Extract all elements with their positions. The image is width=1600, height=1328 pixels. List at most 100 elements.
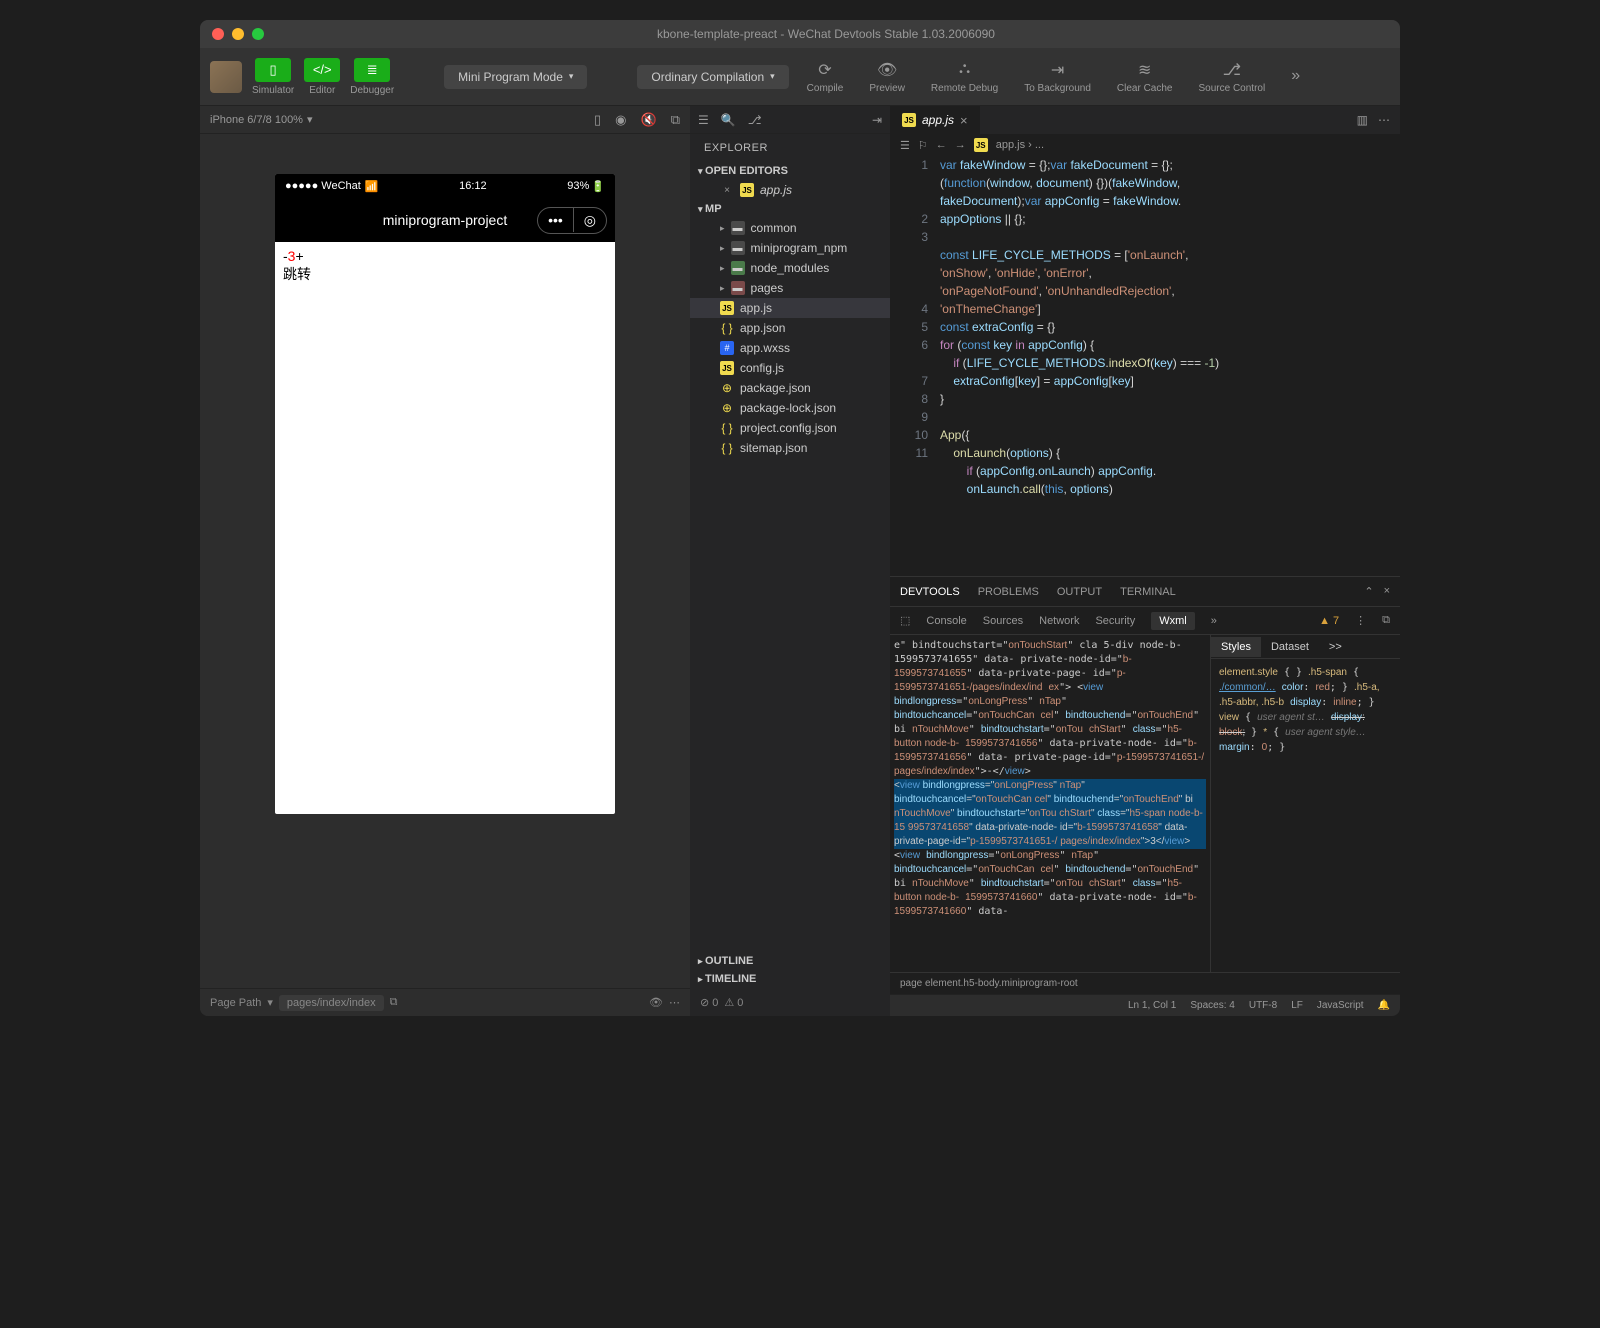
search-icon[interactable]: 🔍 <box>721 113 736 127</box>
capsule-menu[interactable]: ••• <box>538 208 574 232</box>
encoding-setting[interactable]: UTF-8 <box>1249 1000 1277 1011</box>
tree-item-project.config.json[interactable]: { }project.config.json <box>690 418 890 438</box>
tree-item-package-lock.json[interactable]: ⊕package-lock.json <box>690 398 890 418</box>
plus-button[interactable]: + <box>295 248 303 264</box>
more-icon[interactable]: ⋯ <box>669 996 680 1009</box>
tree-item-app.json[interactable]: { }app.json <box>690 318 890 338</box>
split-editor-icon[interactable]: ▥ <box>1357 113 1368 127</box>
panel-tab-terminal[interactable]: TERMINAL <box>1120 586 1176 598</box>
panel-close-icon[interactable]: × <box>1384 585 1390 598</box>
compile-dropdown[interactable]: Ordinary Compilation <box>637 65 788 89</box>
styles-overflow[interactable]: >> <box>1319 637 1352 657</box>
dataset-tab[interactable]: Dataset <box>1261 637 1319 657</box>
editor-tab[interactable]: JSapp.js× <box>890 106 981 134</box>
capsule-close[interactable]: ◎ <box>574 208 606 233</box>
minimize-window[interactable] <box>232 28 244 40</box>
titlebar: kbone-template-preact - WeChat Devtools … <box>200 20 1400 48</box>
simulator-canvas: ●●●●● WeChat📶 16:12 93%🔋 miniprogram-pro… <box>200 134 690 988</box>
tree-item-app.js[interactable]: JSapp.js <box>690 298 890 318</box>
simulator-toggle[interactable]: ▯Simulator <box>252 58 294 96</box>
mute-icon[interactable]: 🔇 <box>641 112 657 128</box>
device-selector[interactable]: iPhone 6/7/8 100% <box>210 114 303 126</box>
explorer-icon[interactable]: ☰ <box>698 113 709 127</box>
devtools-dock-icon[interactable]: ⧉ <box>1382 614 1390 627</box>
devtools-security-tab[interactable]: Security <box>1095 615 1135 627</box>
nav-title: miniprogram-project <box>383 212 507 228</box>
remote-debug-button[interactable]: ⛬Remote Debug <box>923 60 1006 94</box>
inspector-icon[interactable]: ⬚ <box>900 614 910 627</box>
battery-label: 93% <box>567 180 589 192</box>
phone-frame[interactable]: ●●●●● WeChat📶 16:12 93%🔋 miniprogram-pro… <box>275 174 615 814</box>
editor-more-icon[interactable]: ⋯ <box>1378 113 1390 127</box>
bookmark-icon[interactable]: ⚐ <box>918 139 928 152</box>
close-tab-icon[interactable]: × <box>960 113 968 128</box>
open-editors-section[interactable]: OPEN EDITORS <box>690 162 890 180</box>
panel-tab-devtools[interactable]: DEVTOOLS <box>900 586 960 598</box>
tree-item-package.json[interactable]: ⊕package.json <box>690 378 890 398</box>
panel-more-icon[interactable]: ⇥ <box>872 113 882 127</box>
open-editor-item[interactable]: ×JSapp.js <box>690 180 890 200</box>
tree-item-pages[interactable]: ▸▬pages <box>690 278 890 298</box>
tree-item-app.wxss[interactable]: #app.wxss <box>690 338 890 358</box>
preview-button[interactable]: 👁Preview <box>861 60 913 94</box>
visibility-icon[interactable]: 👁 <box>649 996 663 1009</box>
copy-icon[interactable]: ⧉ <box>671 112 680 128</box>
breadcrumb[interactable]: app.js › ... <box>996 139 1044 151</box>
panel-tab-problems[interactable]: PROBLEMS <box>978 586 1039 598</box>
compile-button[interactable]: ⟳Compile <box>799 60 852 94</box>
close-window[interactable] <box>212 28 224 40</box>
forward-icon[interactable]: → <box>955 139 966 151</box>
jump-link[interactable]: 跳转 <box>283 264 607 284</box>
eol-setting[interactable]: LF <box>1291 1000 1303 1011</box>
status-warnings[interactable]: ⚠ 0 <box>724 996 743 1009</box>
editor-toggle[interactable]: </>Editor <box>304 58 340 96</box>
wxml-tree[interactable]: e" bindtouchstart="onTouchStart" cla 5-d… <box>890 635 1210 972</box>
source-control-button[interactable]: ⎇Source Control <box>1191 60 1274 94</box>
styles-rules[interactable]: element.style { } .h5-span { ./common/… … <box>1211 659 1400 972</box>
carrier-label: ●●●●● WeChat <box>285 180 361 192</box>
indent-setting[interactable]: Spaces: 4 <box>1190 1000 1234 1011</box>
devtools-overflow-icon[interactable]: » <box>1211 615 1217 627</box>
devtools-settings-icon[interactable]: ⋮ <box>1355 614 1366 627</box>
notifications-icon[interactable]: 🔔 <box>1378 1000 1390 1011</box>
record-icon[interactable]: ◉ <box>615 112 626 128</box>
mode-dropdown[interactable]: Mini Program Mode <box>444 65 587 89</box>
editor-actions-icon[interactable]: ☰ <box>900 139 910 152</box>
tree-item-common[interactable]: ▸▬common <box>690 218 890 238</box>
devtools-sources-tab[interactable]: Sources <box>983 615 1023 627</box>
devtools-breadcrumb[interactable]: page element.h5-body.miniprogram-root <box>890 972 1400 994</box>
cursor-position[interactable]: Ln 1, Col 1 <box>1128 1000 1176 1011</box>
panel-collapse-icon[interactable]: ⌃ <box>1364 585 1373 598</box>
more-button[interactable]: » <box>1283 67 1308 87</box>
device-rotate-icon[interactable]: ▯ <box>594 112 601 128</box>
devtools-console-tab[interactable]: Console <box>926 615 966 627</box>
devtools-network-tab[interactable]: Network <box>1039 615 1079 627</box>
clear-cache-button[interactable]: ≋Clear Cache <box>1109 60 1181 94</box>
clock-label: 16:12 <box>379 180 568 192</box>
project-root-section[interactable]: MP <box>690 200 890 218</box>
tree-item-sitemap.json[interactable]: { }sitemap.json <box>690 438 890 458</box>
warning-badge[interactable]: ▲ 7 <box>1319 615 1339 627</box>
back-icon[interactable]: ← <box>936 139 947 151</box>
user-avatar[interactable] <box>210 61 242 93</box>
main-toolbar: ▯Simulator </>Editor ≣Debugger Mini Prog… <box>200 48 1400 106</box>
timeline-section[interactable]: TIMELINE <box>690 970 890 988</box>
tree-item-miniprogram_npm[interactable]: ▸▬miniprogram_npm <box>690 238 890 258</box>
to-background-button[interactable]: ⇥To Background <box>1016 60 1099 94</box>
scm-icon[interactable]: ⎇ <box>748 113 762 127</box>
devtools-wxml-tab[interactable]: Wxml <box>1151 612 1195 630</box>
outline-section[interactable]: OUTLINE <box>690 952 890 970</box>
panel-tab-output[interactable]: OUTPUT <box>1057 586 1102 598</box>
line-gutter: 1 23 456 7891011 <box>890 156 940 576</box>
copy-path-icon[interactable]: ⧉ <box>390 996 398 1009</box>
debugger-toggle[interactable]: ≣Debugger <box>350 58 394 96</box>
tree-item-node_modules[interactable]: ▸▬node_modules <box>690 258 890 278</box>
maximize-window[interactable] <box>252 28 264 40</box>
styles-tab[interactable]: Styles <box>1211 637 1261 657</box>
tree-item-config.js[interactable]: JSconfig.js <box>690 358 890 378</box>
page-path-value: pages/index/index <box>279 995 384 1011</box>
status-errors[interactable]: ⊘ 0 <box>700 996 718 1009</box>
code-editor[interactable]: var fakeWindow = {};var fakeDocument = {… <box>940 156 1400 576</box>
page-path-label: Page Path <box>210 997 261 1009</box>
language-mode[interactable]: JavaScript <box>1317 1000 1364 1011</box>
